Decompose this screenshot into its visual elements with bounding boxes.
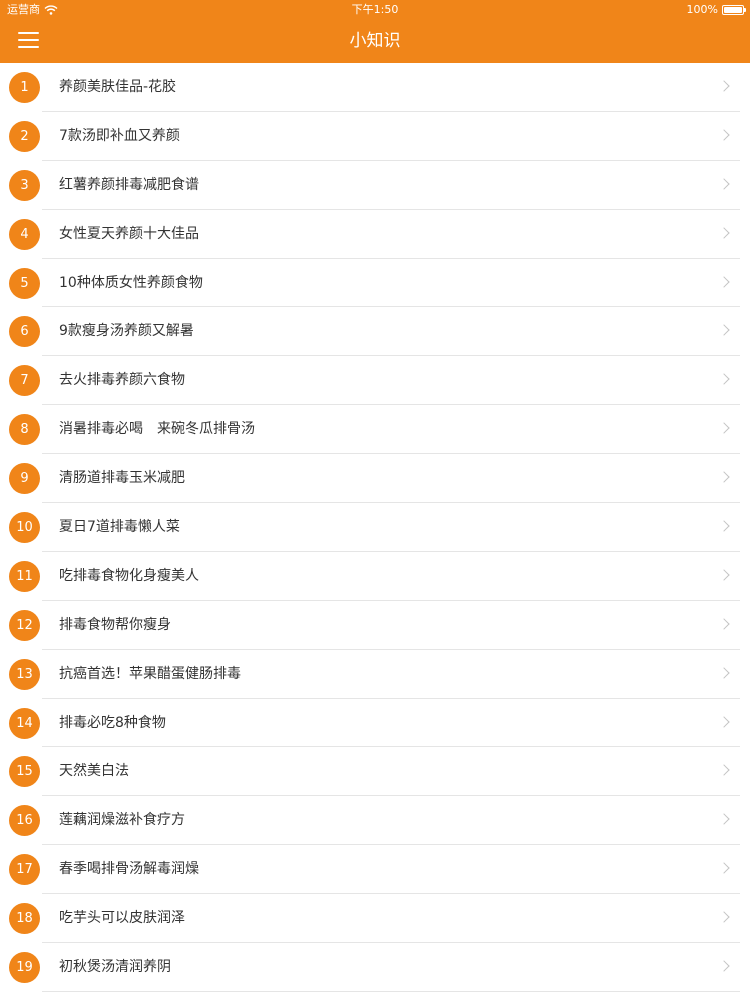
item-title: 吃排毒食物化身瘦美人 bbox=[59, 567, 199, 584]
chevron-right-icon bbox=[718, 764, 730, 777]
item-number-badge: 2 bbox=[9, 120, 40, 152]
list-item[interactable]: 9 清肠道排毒玉米减肥 bbox=[0, 454, 750, 503]
list-item[interactable]: 6 9款瘦身汤养颜又解暑 bbox=[0, 307, 750, 357]
list-item[interactable]: 15 天然美白法 bbox=[0, 747, 750, 797]
list-item[interactable]: 17 春季喝排骨汤解毒润燥 bbox=[0, 845, 750, 895]
list-item[interactable]: 4 女性夏天养颜十大佳品 bbox=[0, 210, 750, 259]
item-title: 消暑排毒必喝 来碗冬瓜排骨汤 bbox=[59, 421, 255, 438]
item-number-badge: 5 bbox=[9, 267, 40, 299]
item-number-badge: 9 bbox=[9, 463, 40, 495]
chevron-right-icon bbox=[718, 862, 730, 874]
item-number-badge: 3 bbox=[9, 169, 40, 201]
item-number-badge: 14 bbox=[9, 707, 40, 739]
list-item[interactable]: 12 排毒食物帮你瘦身 bbox=[0, 601, 750, 650]
item-number-badge: 8 bbox=[9, 414, 40, 446]
status-right: 100% bbox=[686, 0, 746, 20]
chevron-right-icon bbox=[718, 911, 730, 923]
item-title: 女性夏天养颜十大佳品 bbox=[59, 225, 199, 242]
item-number-badge: 17 bbox=[9, 854, 40, 886]
chevron-right-icon bbox=[718, 227, 730, 239]
item-number-badge: 16 bbox=[9, 805, 40, 837]
item-title: 养颜美肤佳品-花胶 bbox=[59, 79, 177, 95]
item-number-badge: 12 bbox=[9, 609, 40, 641]
item-number-badge: 19 bbox=[9, 952, 40, 984]
chevron-right-icon bbox=[718, 667, 730, 679]
item-title: 7款汤即补血又养颜 bbox=[59, 127, 180, 144]
item-title: 10种体质女性养颜食物 bbox=[59, 274, 203, 291]
chevron-right-icon bbox=[718, 178, 730, 190]
item-number-badge: 1 bbox=[9, 72, 40, 103]
chevron-right-icon bbox=[718, 129, 730, 141]
status-time: 下午1:50 bbox=[351, 3, 399, 16]
battery-icon bbox=[722, 5, 746, 15]
item-number-badge: 10 bbox=[9, 512, 40, 544]
chevron-right-icon bbox=[718, 471, 730, 483]
item-title: 吃芋头可以皮肤润泽 bbox=[59, 910, 185, 927]
chevron-right-icon bbox=[718, 422, 730, 434]
list-item[interactable]: 3 红薯养颜排毒减肥食谱 bbox=[0, 161, 750, 210]
list-item[interactable]: 19 初秋煲汤清润养阴 bbox=[0, 943, 750, 992]
tips-list: 1 养颜美肤佳品-花胶 2 7款汤即补血又养颜 3 红薯养颜排毒减肥食谱 4 女性夏天养颜十大… bbox=[0, 63, 750, 992]
item-title: 排毒食物帮你瘦身 bbox=[59, 616, 171, 633]
chevron-right-icon bbox=[718, 373, 730, 386]
list-item[interactable]: 5 10种体质女性养颜食物 bbox=[0, 259, 750, 308]
chevron-right-icon bbox=[718, 569, 730, 581]
item-title: 春季喝排骨汤解毒润燥 bbox=[59, 861, 199, 878]
item-title: 抗癌首选！苹果醋蛋健肠排毒 bbox=[59, 665, 241, 682]
item-number-badge: 6 bbox=[9, 316, 40, 348]
list-item[interactable]: 14 排毒必吃8种食物 bbox=[0, 699, 750, 748]
item-number-badge: 15 bbox=[9, 756, 40, 788]
list-item[interactable]: 18 吃芋头可以皮肤润泽 bbox=[0, 894, 750, 943]
chevron-right-icon bbox=[718, 813, 730, 826]
chevron-right-icon bbox=[718, 618, 730, 630]
item-title: 莲藕润燥滋补食疗方 bbox=[59, 812, 185, 829]
list-item[interactable]: 7 去火排毒养颜六食物 bbox=[0, 356, 750, 406]
item-title: 红薯养颜排毒减肥食谱 bbox=[59, 176, 199, 193]
item-number-badge: 4 bbox=[9, 218, 40, 250]
chevron-right-icon bbox=[718, 275, 730, 288]
chevron-right-icon bbox=[718, 715, 730, 728]
item-title: 去火排毒养颜六食物 bbox=[59, 372, 185, 389]
chevron-right-icon bbox=[718, 324, 730, 337]
status-bar: 运营商 下午1:50 100% bbox=[0, 0, 750, 20]
list-item[interactable]: 8 消暑排毒必喝 来碗冬瓜排骨汤 bbox=[0, 405, 750, 455]
battery-percent: 100% bbox=[686, 3, 718, 16]
list-item[interactable]: 13 抗癌首选！苹果醋蛋健肠排毒 bbox=[0, 650, 750, 699]
item-number-badge: 11 bbox=[9, 560, 40, 592]
item-title: 初秋煲汤清润养阴 bbox=[59, 959, 171, 976]
item-title: 9款瘦身汤养颜又解暑 bbox=[59, 323, 194, 340]
top-bar: 运营商 下午1:50 100% 小知识 bbox=[0, 0, 750, 63]
item-number-badge: 7 bbox=[9, 365, 40, 397]
item-title: 夏日7道排毒懒人菜 bbox=[59, 519, 180, 536]
nav-bar: 小知识 bbox=[0, 20, 750, 63]
list-item[interactable]: 16 莲藕润燥滋补食疗方 bbox=[0, 796, 750, 846]
item-number-badge: 13 bbox=[9, 658, 40, 690]
item-title: 天然美白法 bbox=[59, 763, 129, 780]
page-title: 小知识 bbox=[349, 31, 401, 51]
list-item[interactable]: 11 吃排毒食物化身瘦美人 bbox=[0, 552, 750, 601]
chevron-right-icon bbox=[718, 960, 730, 972]
chevron-right-icon bbox=[718, 520, 730, 532]
list-item[interactable]: 2 7款汤即补血又养颜 bbox=[0, 112, 750, 161]
app-screen: 运营商 下午1:50 100% 小知识 1养颜美肤佳品-花胶27款汤即补血 bbox=[0, 0, 750, 1000]
item-title: 清肠道排毒玉米减肥 bbox=[59, 470, 185, 487]
chevron-right-icon bbox=[718, 80, 730, 92]
item-title: 排毒必吃8种食物 bbox=[59, 714, 166, 731]
list-item[interactable]: 10 夏日7道排毒懒人菜 bbox=[0, 503, 750, 552]
item-number-badge: 18 bbox=[9, 903, 40, 935]
list-item[interactable]: 1 养颜美肤佳品-花胶 bbox=[0, 63, 750, 112]
